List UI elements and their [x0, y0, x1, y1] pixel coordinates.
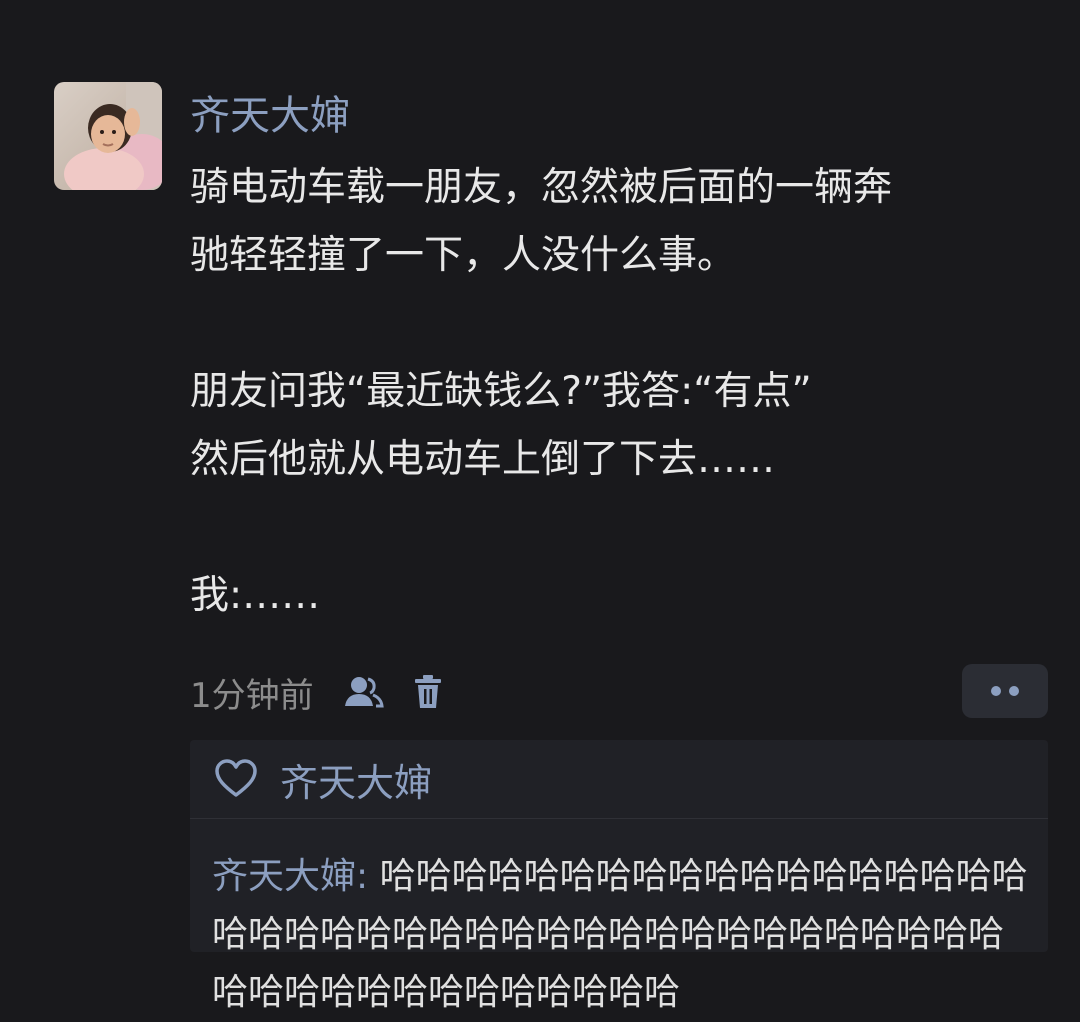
trash-icon[interactable] [412, 674, 444, 710]
post-text: 骑电动车载一朋友，忽然被后面的一辆奔 驰轻轻撞了一下，人没什么事。 朋友问我“最… [190, 154, 1030, 630]
comment-separator: : [356, 856, 380, 897]
more-options-button[interactable] [962, 664, 1048, 718]
post-meta-row: 1分钟前 [190, 668, 444, 716]
liked-by-name[interactable]: 齐天大婶 [280, 752, 432, 807]
post-text-line [190, 290, 1030, 358]
post-text-line: 我:…… [190, 573, 321, 618]
interactions-panel: 齐天大婶 齐天大婶: 哈哈哈哈哈哈哈哈哈哈哈哈哈哈哈哈哈哈哈哈哈哈哈哈哈哈哈哈哈… [190, 740, 1048, 1013]
post-text-line: 骑电动车载一朋友，忽然被后面的一辆奔 [190, 165, 893, 210]
comment-author[interactable]: 齐天大婶 [212, 856, 356, 897]
divider [190, 818, 1048, 819]
avatar[interactable] [54, 82, 162, 190]
post-text-line: 然后他就从电动车上倒了下去…… [190, 437, 776, 482]
post-text-line [190, 494, 1030, 562]
heart-icon[interactable] [214, 759, 258, 799]
post-author-name[interactable]: 齐天大婶 [190, 92, 350, 140]
comment-item: 齐天大婶: 哈哈哈哈哈哈哈哈哈哈哈哈哈哈哈哈哈哈哈哈哈哈哈哈哈哈哈哈哈哈哈哈哈哈… [212, 848, 1032, 1022]
friends-visibility-icon[interactable] [342, 674, 384, 710]
post-text-line: 驰轻轻撞了一下，人没什么事。 [190, 233, 737, 278]
more-options-icon [991, 686, 1019, 696]
post-timestamp: 1分钟前 [190, 675, 314, 716]
post-text-line: 朋友问我“最近缺钱么?”我答:“有点” [190, 369, 812, 414]
likes-row: 齐天大婶 [190, 740, 1048, 818]
